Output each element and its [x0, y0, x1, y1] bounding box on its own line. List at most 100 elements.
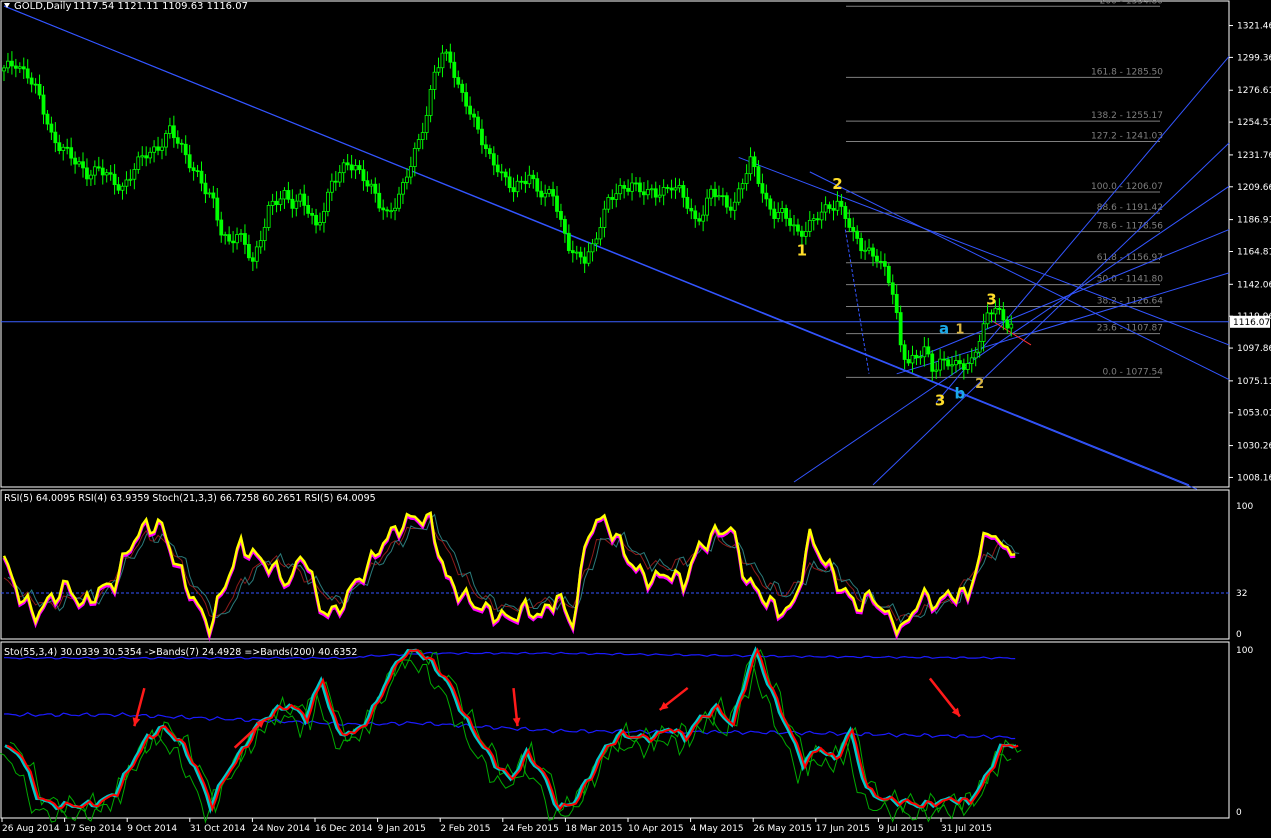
- time-tick-label: 9 Jan 2015: [378, 824, 426, 834]
- price-bar-body: [175, 137, 180, 144]
- wave-label: 3: [935, 392, 945, 410]
- price-bar-body: [807, 219, 812, 232]
- time-tick-label: 18 Mar 2015: [565, 824, 622, 834]
- price-bar-body: [108, 172, 113, 175]
- price-bar-body: [65, 146, 70, 149]
- price-bar-body: [792, 224, 796, 227]
- price-bar-body: [318, 222, 322, 226]
- price-bar-body: [713, 188, 717, 198]
- price-bar-body: [412, 148, 417, 167]
- price-bar-body: [207, 192, 212, 195]
- price-bar-body: [179, 142, 184, 145]
- price-bar-body: [756, 166, 761, 184]
- price-bar-body: [618, 185, 623, 195]
- price-bar-body: [622, 185, 627, 189]
- symbol-label: GOLD,Daily: [14, 1, 71, 12]
- price-bar-body: [2, 67, 6, 72]
- price-bar-body: [847, 218, 852, 228]
- price-bar-body: [436, 67, 441, 73]
- price-bar-body: [448, 51, 453, 63]
- price-bar-body: [191, 167, 196, 172]
- time-tick-label: 10 Apr 2015: [628, 824, 684, 834]
- price-bar-body: [803, 231, 808, 237]
- fib-level-label: 161.8 - 1285.50: [1091, 67, 1163, 77]
- time-tick-label: 16 Dec 2014: [315, 824, 373, 834]
- price-bar-body: [855, 230, 860, 239]
- price-bar-body: [25, 68, 30, 79]
- price-bar-body: [519, 180, 524, 183]
- price-bar-body: [665, 187, 670, 189]
- price-bar-body: [555, 195, 559, 212]
- price-bar-body: [183, 143, 188, 156]
- price-bar-body: [294, 200, 299, 209]
- current-price-label: 1116.07: [1233, 318, 1270, 328]
- price-bar-body: [322, 210, 326, 223]
- price-bar-body: [132, 169, 137, 180]
- rsi-legend: RSI(5) 64.0095 RSI(4) 63.9359 Stoch(21,3…: [4, 493, 376, 504]
- price-bar-body: [788, 218, 792, 226]
- current-price-marker: 1116.07: [1230, 315, 1270, 328]
- price-bar-body: [630, 182, 634, 192]
- time-tick-label: 24 Nov 2014: [252, 824, 310, 834]
- price-bar-body: [286, 190, 291, 200]
- price-bar-body: [160, 146, 164, 151]
- price-bar-body: [839, 200, 844, 207]
- price-bar-body: [424, 115, 429, 133]
- price-bar-body: [827, 204, 832, 209]
- price-bar-body: [369, 183, 374, 187]
- price-bar-body: [420, 132, 425, 140]
- price-bar-body: [254, 246, 259, 262]
- price-bar-body: [752, 156, 757, 168]
- price-bar-body: [559, 211, 563, 220]
- price-bar-body: [278, 198, 283, 206]
- price-bar-body: [582, 256, 587, 264]
- time-tick-label: 9 Oct 2014: [127, 824, 177, 834]
- price-tick-label: 1321.46: [1237, 22, 1271, 32]
- price-bar-body: [1005, 319, 1010, 329]
- price-bar-body: [685, 196, 690, 209]
- price-bar-body: [523, 180, 528, 185]
- price-bar-body: [215, 197, 220, 221]
- price-bar-body: [231, 240, 236, 244]
- price-bar-body: [638, 182, 642, 193]
- price-bar-body: [480, 128, 484, 146]
- price-bar-body: [886, 265, 891, 284]
- price-bar-body: [626, 187, 630, 192]
- price-bar-body: [483, 144, 488, 150]
- wave-label: b: [955, 384, 966, 402]
- price-bar-body: [219, 219, 224, 236]
- price-bar-body: [487, 148, 492, 155]
- time-tick-label: 31 Jul 2015: [941, 824, 992, 834]
- fib-level-label: 61.8 - 1156.97: [1097, 253, 1163, 263]
- time-tick-label: 4 May 2015: [691, 824, 744, 834]
- price-bar-body: [503, 171, 508, 178]
- price-bar-body: [9, 60, 14, 67]
- price-bar-body: [950, 364, 954, 367]
- price-bar-body: [882, 261, 887, 267]
- price-bar-body: [875, 255, 879, 262]
- price-bar-body: [377, 192, 382, 209]
- price-bar-body: [92, 166, 97, 176]
- price-bar-body: [171, 125, 176, 139]
- price-bar-body: [894, 293, 899, 313]
- price-bar-body: [239, 233, 243, 235]
- price-bar-body: [784, 208, 788, 219]
- price-bar-body: [329, 180, 334, 193]
- price-bar-body: [701, 214, 706, 222]
- price-bar-body: [53, 131, 58, 144]
- price-bar-body: [610, 197, 615, 200]
- price-bar-body: [29, 77, 34, 85]
- price-bar-body: [136, 156, 141, 170]
- price-bar-body: [768, 198, 773, 210]
- price-bar-body: [772, 208, 777, 219]
- price-tick-label: 1008.16: [1237, 473, 1271, 483]
- price-bar-body: [302, 193, 307, 206]
- price-tick-label: 1299.36: [1237, 53, 1271, 63]
- price-bar-body: [724, 195, 729, 208]
- price-bar-body: [416, 139, 421, 149]
- price-bar-body: [910, 354, 915, 364]
- price-bar-body: [96, 166, 101, 169]
- stochastic-legend: Sto(55,3,4) 30.0339 30.5354 ->Bands(7) 2…: [4, 647, 357, 658]
- price-bar-body: [969, 357, 974, 364]
- price-bar-body: [511, 187, 516, 193]
